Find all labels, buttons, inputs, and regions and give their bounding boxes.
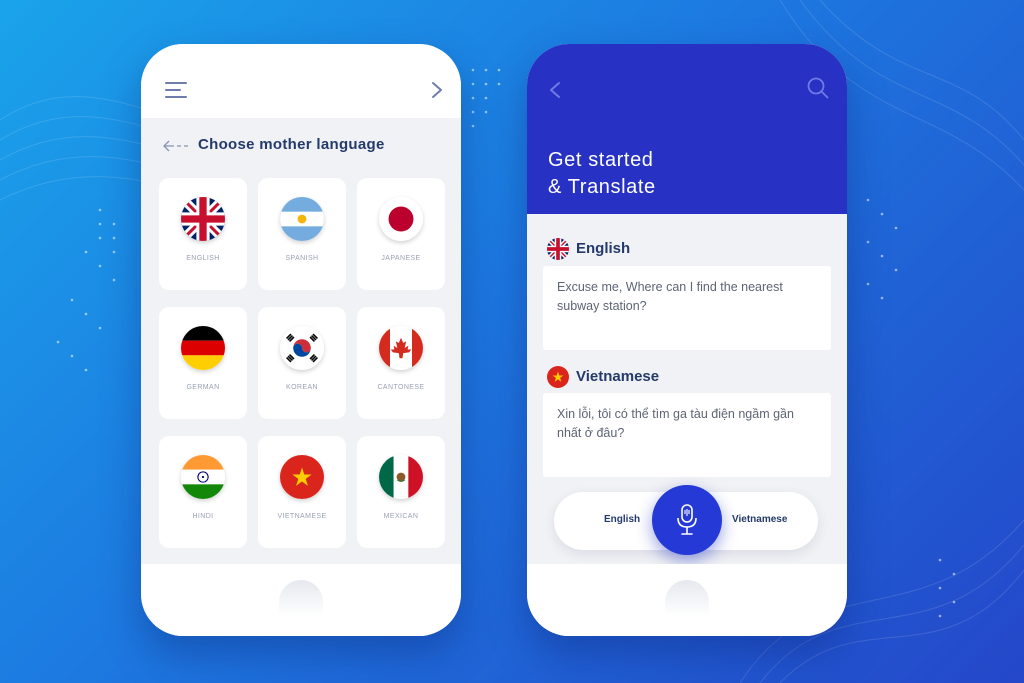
language-label: MEXICAN (383, 513, 419, 520)
translator-header: Get started & Translate (527, 44, 847, 214)
hamburger-menu-icon[interactable] (165, 82, 187, 98)
uk-flag-icon (547, 238, 569, 260)
japan-flag-icon (379, 197, 423, 241)
translator-phone: Get started & Translate English Excuse m… (527, 44, 847, 636)
microphone-button[interactable] (652, 485, 722, 555)
from-language-button[interactable]: English (604, 514, 640, 525)
home-bar (141, 564, 461, 636)
target-text-box[interactable]: Xin lỗi, tôi có thể tìm ga tàu điện ngầm… (543, 393, 831, 477)
language-label: HINDI (192, 513, 214, 520)
language-label: ENGLISH (186, 255, 220, 262)
language-label: JAPANESE (381, 255, 421, 262)
page-title: Get started & Translate (548, 147, 808, 201)
search-icon[interactable] (807, 77, 829, 99)
india-flag-icon (181, 455, 225, 499)
language-label: CANTONESE (377, 384, 425, 391)
germany-flag-icon (181, 326, 225, 370)
title-line-1: Get started (548, 149, 654, 171)
uk-flag-icon (181, 197, 225, 241)
language-card-korean[interactable]: KOREAN (258, 307, 346, 419)
canada-flag-icon (379, 326, 423, 370)
language-label: VIETNAMESE (277, 513, 327, 520)
title-line-2: & Translate (548, 176, 656, 198)
source-text-box[interactable]: Excuse me, Where can I find the nearest … (543, 266, 831, 350)
chevron-left-icon[interactable] (549, 81, 561, 99)
to-language-button[interactable]: Vietnamese (732, 514, 787, 525)
language-label: GERMAN (186, 384, 220, 391)
language-card-german[interactable]: GERMAN (159, 307, 247, 419)
voice-translate-bar: English Vietnamese (554, 485, 818, 555)
vietnam-flag-icon (280, 455, 324, 499)
language-picker-content: Choose mother language ENGLISH SPANISH J… (141, 118, 461, 564)
home-button[interactable] (279, 580, 323, 616)
language-card-vietnamese[interactable]: VIETNAMESE (258, 436, 346, 548)
language-label: KOREAN (286, 384, 318, 391)
top-bar (141, 44, 461, 118)
language-picker-phone: Choose mother language ENGLISH SPANISH J… (141, 44, 461, 636)
language-card-english[interactable]: ENGLISH (159, 178, 247, 290)
language-label: SPANISH (285, 255, 319, 262)
language-card-hindi[interactable]: HINDI (159, 436, 247, 548)
microphone-icon (677, 504, 697, 535)
home-button[interactable] (665, 580, 709, 616)
back-arrow-icon[interactable] (163, 140, 189, 152)
language-card-spanish[interactable]: SPANISH (258, 178, 346, 290)
home-bar (527, 564, 847, 636)
language-card-cantonese[interactable]: CANTONESE (357, 307, 445, 419)
translator-content: English Excuse me, Where can I find the … (527, 214, 847, 564)
language-card-mexican[interactable]: MEXICAN (357, 436, 445, 548)
target-language-label: Vietnamese (576, 368, 660, 385)
source-language-label: English (576, 240, 631, 257)
mexico-flag-icon (379, 455, 423, 499)
vietnam-flag-icon (547, 366, 569, 388)
chevron-right-icon[interactable] (431, 81, 443, 99)
south-korea-flag-icon (280, 326, 324, 370)
language-card-japanese[interactable]: JAPANESE (357, 178, 445, 290)
argentina-flag-icon (280, 197, 324, 241)
page-title: Choose mother language (198, 136, 385, 153)
